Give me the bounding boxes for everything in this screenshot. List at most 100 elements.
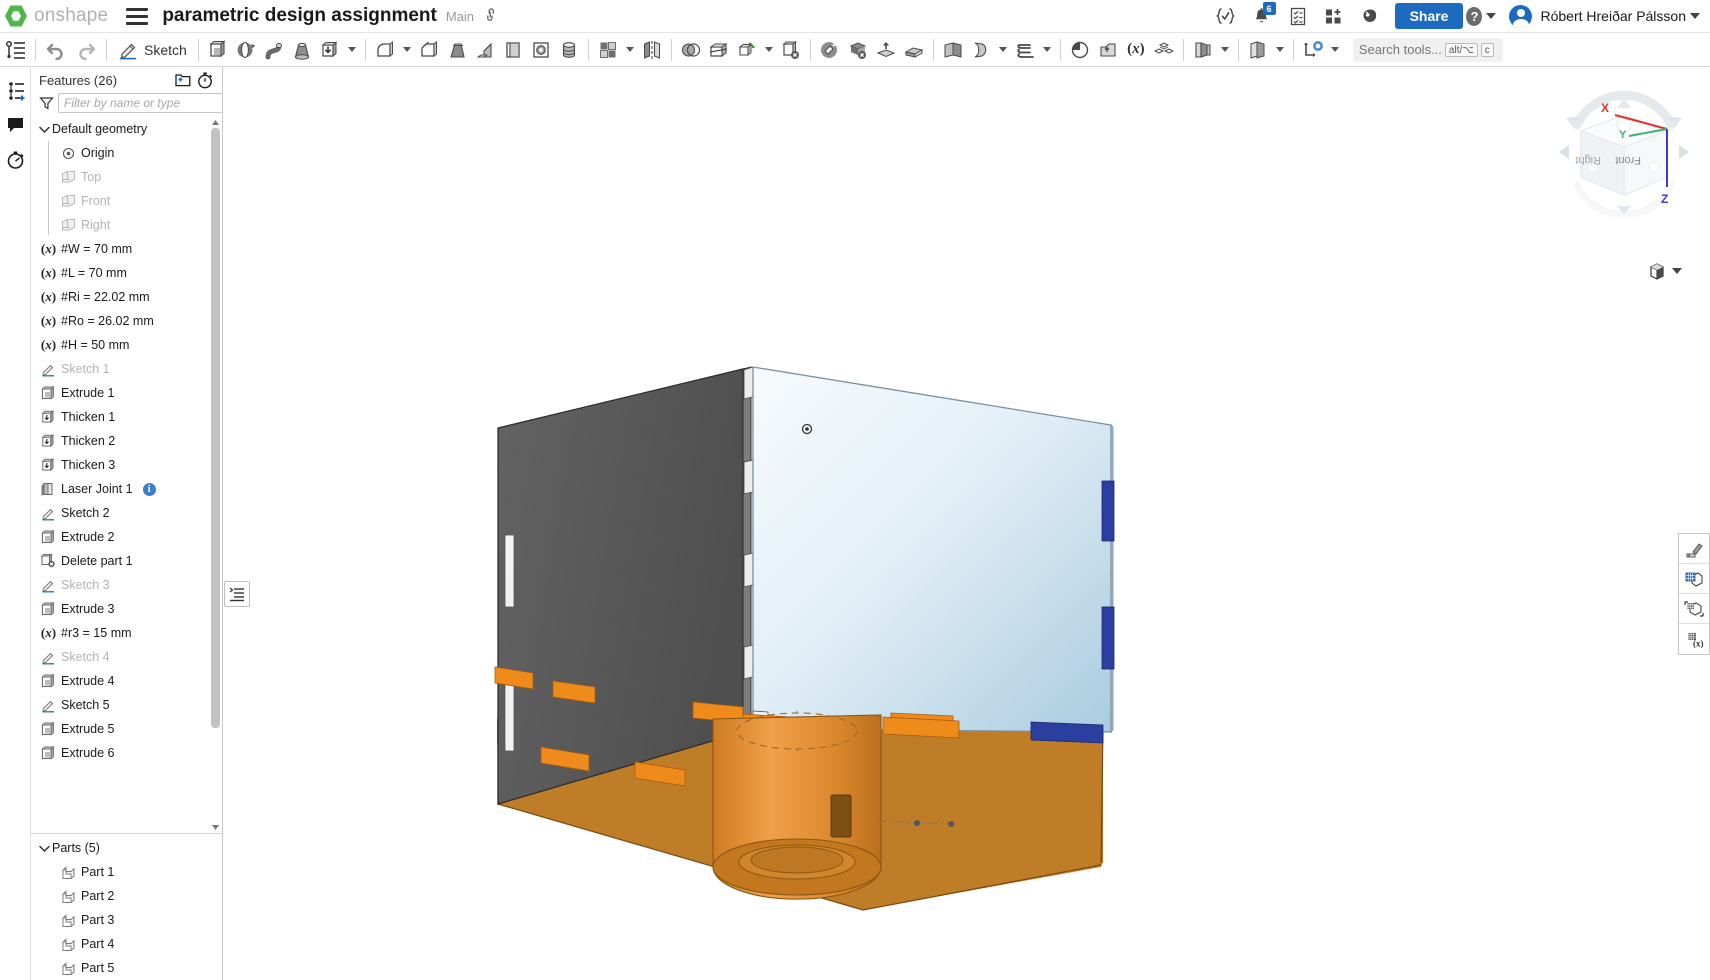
derived-tool[interactable] <box>1095 35 1121 65</box>
part-item-part-1[interactable]: Part 1 <box>31 860 222 884</box>
view-cube[interactable]: Right Front X Y Z <box>1553 81 1695 223</box>
share-button[interactable]: Share <box>1394 3 1464 29</box>
boolean-tool[interactable] <box>678 35 704 65</box>
notifications-icon[interactable]: 6 <box>1247 1 1277 31</box>
tree-item-sketch-3[interactable]: Sketch 3 <box>31 573 222 597</box>
thread-tool[interactable] <box>556 35 582 65</box>
rail-history-icon[interactable] <box>2 143 29 175</box>
display-style-chevron-down-icon[interactable] <box>1672 268 1682 274</box>
pattern-chevron-down-icon[interactable] <box>625 47 634 52</box>
feature-list-icon[interactable] <box>3 35 29 65</box>
undo-arrow-icon[interactable] <box>42 35 70 65</box>
new-folder-icon[interactable] <box>172 69 194 91</box>
link-icon[interactable] <box>479 3 504 28</box>
thicken-tool[interactable] <box>317 35 343 65</box>
pattern-tool[interactable] <box>595 35 621 65</box>
tree-item-extrude-1[interactable]: Extrude 1 <box>31 381 222 405</box>
onshape-logo-icon[interactable] <box>5 5 27 27</box>
sketch-button[interactable]: Sketch <box>113 35 192 65</box>
fillet-tool[interactable] <box>372 35 398 65</box>
tree-item-sketch-1[interactable]: Sketch 1 <box>31 357 222 381</box>
feature-info-badge[interactable]: i <box>142 482 156 496</box>
learning-center-icon[interactable] <box>1355 1 1385 31</box>
search-tools-input[interactable]: Search tools... alt/⌥ c <box>1352 37 1503 62</box>
feature-script-icon[interactable] <box>1211 1 1241 31</box>
filter-input[interactable] <box>58 93 222 113</box>
tree-item-thicken-2[interactable]: Thicken 2 <box>31 429 222 453</box>
feature-tree-scroll[interactable]: Default geometry Origin Top Front Right (x) #W… <box>31 117 222 834</box>
user-chevron-down-icon[interactable] <box>1690 13 1700 19</box>
tree-item-h-50-mm[interactable]: (x) #H = 50 mm <box>31 333 222 357</box>
curve-chevron-down-icon[interactable] <box>998 47 1007 52</box>
custom-feature-tool[interactable] <box>1300 35 1326 65</box>
tree-item-origin[interactable]: Origin <box>31 141 222 165</box>
tree-item-sketch-5[interactable]: Sketch 5 <box>31 693 222 717</box>
tree-item-delete-part-1[interactable]: Delete part 1 <box>31 549 222 573</box>
parts-group-header[interactable]: Parts (5) <box>31 836 222 860</box>
tree-scroll-up-arrow[interactable] <box>211 117 220 128</box>
section-tool[interactable] <box>1067 35 1093 65</box>
tree-item-top[interactable]: Top <box>31 165 222 189</box>
tree-item-sketch-4[interactable]: Sketch 4 <box>31 645 222 669</box>
tree-item-extrude-2[interactable]: Extrude 2 <box>31 525 222 549</box>
part-item-part-2[interactable]: Part 2 <box>31 884 222 908</box>
helix-tool[interactable] <box>1012 35 1038 65</box>
apps-icon[interactable] <box>1319 1 1349 31</box>
appearance-icon[interactable] <box>1679 534 1709 564</box>
tree-item-laser-joint-1[interactable]: Laser Joint 1 i <box>31 477 222 501</box>
part-item-part-4[interactable]: Part 4 <box>31 932 222 956</box>
assembly-tool[interactable] <box>1151 35 1177 65</box>
hole-tool[interactable] <box>528 35 554 65</box>
measure-variable-icon[interactable]: (x) <box>1679 624 1709 654</box>
thicken-chevron-down-icon[interactable] <box>347 47 356 52</box>
configuration-tool[interactable] <box>1245 35 1271 65</box>
tree-scroll-down-arrow[interactable] <box>211 822 220 833</box>
mirror-tool[interactable] <box>639 35 665 65</box>
extrude-tool[interactable] <box>205 35 231 65</box>
config-chevron-down-icon[interactable] <box>1275 47 1284 52</box>
delete-part-tool[interactable] <box>778 35 804 65</box>
replace-face-tool[interactable] <box>873 35 899 65</box>
sheetmetal-chevron-down-icon[interactable] <box>1220 47 1229 52</box>
3d-viewport[interactable]: Right Front X Y Z (x) <box>223 67 1710 980</box>
tree-item-ro-26-02-mm[interactable]: (x) #Ro = 26.02 mm <box>31 309 222 333</box>
tree-scrollbar-thumb[interactable] <box>211 128 220 728</box>
tree-item-extrude-3[interactable]: Extrude 3 <box>31 597 222 621</box>
page-title[interactable]: parametric design assignment <box>162 5 437 27</box>
sweep-tool[interactable] <box>261 35 287 65</box>
tree-item-thicken-3[interactable]: Thicken 3 <box>31 453 222 477</box>
help-chevron-down-icon[interactable] <box>1486 13 1497 19</box>
draft-tool[interactable] <box>444 35 470 65</box>
transform-chevron-down-icon[interactable] <box>764 47 773 52</box>
rib-tool[interactable] <box>472 35 498 65</box>
transform-tool[interactable] <box>734 35 760 65</box>
tree-item-extrude-6[interactable]: Extrude 6 <box>31 741 222 765</box>
explode-view-icon[interactable] <box>1679 594 1709 624</box>
tree-item-front[interactable]: Front <box>31 189 222 213</box>
surface-tool[interactable] <box>940 35 966 65</box>
split-tool[interactable] <box>706 35 732 65</box>
tasks-icon[interactable] <box>1283 1 1313 31</box>
loft-tool[interactable] <box>289 35 315 65</box>
helix-chevron-down-icon[interactable] <box>1042 47 1051 52</box>
redo-arrow-icon[interactable] <box>72 35 100 65</box>
tree-item-ri-22-02-mm[interactable]: (x) #Ri = 22.02 mm <box>31 285 222 309</box>
branch-label[interactable]: Main <box>446 9 474 24</box>
customfeature-chevron-down-icon[interactable] <box>1330 47 1339 52</box>
sheet-metal-tool[interactable] <box>1190 35 1216 65</box>
rail-comments-icon[interactable] <box>2 109 29 141</box>
filter-funnel-icon[interactable] <box>39 96 54 110</box>
part-item-part-5[interactable]: Part 5 <box>31 956 222 980</box>
revolve-tool[interactable] <box>233 35 259 65</box>
move-face-tool[interactable] <box>817 35 843 65</box>
chevron-down-icon[interactable] <box>37 125 52 134</box>
tree-item-extrude-4[interactable]: Extrude 4 <box>31 669 222 693</box>
section-view-icon[interactable] <box>1679 564 1709 594</box>
display-style-button[interactable] <box>1646 260 1682 282</box>
shell-tool[interactable] <box>500 35 526 65</box>
user-name-label[interactable]: Róbert Hreiðar Pálsson <box>1540 8 1686 24</box>
tree-group-default-geometry[interactable]: Default geometry <box>31 117 222 141</box>
part-item-part-3[interactable]: Part 3 <box>31 908 222 932</box>
tree-item-thicken-1[interactable]: Thicken 1 <box>31 405 222 429</box>
fillet-chevron-down-icon[interactable] <box>402 47 411 52</box>
